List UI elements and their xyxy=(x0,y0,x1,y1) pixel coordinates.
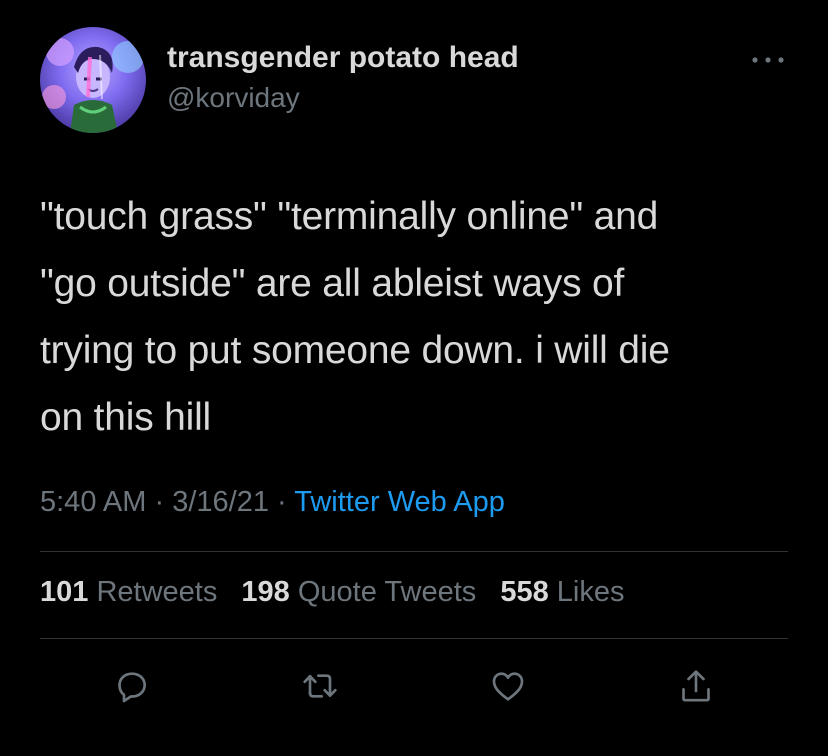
likes-label: Likes xyxy=(556,576,625,608)
display-name[interactable]: transgender potato head xyxy=(167,41,519,75)
avatar[interactable] xyxy=(40,27,146,133)
divider xyxy=(40,638,788,639)
tweet-actions xyxy=(0,664,828,708)
divider xyxy=(40,551,788,552)
avatar-image xyxy=(40,27,146,133)
share-upload-icon xyxy=(682,670,710,702)
like-button[interactable] xyxy=(486,664,530,708)
quote-tweets-stat[interactable]: 198 Quote Tweets xyxy=(241,576,476,608)
retweets-stat[interactable]: 101 Retweets xyxy=(40,576,217,608)
quote-tweets-label: Quote Tweets xyxy=(297,576,477,608)
tweet-source-link[interactable]: Twitter Web App xyxy=(294,486,505,518)
more-options-icon[interactable] xyxy=(745,50,791,70)
reply-button[interactable] xyxy=(110,664,154,708)
meta-separator: · xyxy=(154,486,165,518)
tweet-time[interactable]: 5:40 AM xyxy=(40,486,146,518)
retweets-count: 101 xyxy=(40,576,89,608)
retweet-icon xyxy=(303,674,337,698)
heart-icon xyxy=(492,672,524,701)
user-handle[interactable]: @korviday xyxy=(167,82,300,114)
retweets-label: Retweets xyxy=(96,576,218,608)
meta-separator: · xyxy=(277,486,287,518)
likes-stat[interactable]: 558 Likes xyxy=(500,576,624,608)
tweet-stats: 101 Retweets 198 Quote Tweets 558 Likes xyxy=(40,576,640,609)
tweet-date[interactable]: 3/16/21 xyxy=(172,486,269,518)
reply-bubble-icon xyxy=(118,672,147,703)
tweet-meta: 5:40 AM · 3/16/21 · Twitter Web App xyxy=(40,486,505,519)
likes-count: 558 xyxy=(500,576,549,608)
retweet-button[interactable] xyxy=(298,664,342,708)
tweet-text: "touch grass" "terminally online" and "g… xyxy=(40,195,670,439)
quote-tweets-count: 198 xyxy=(241,576,290,608)
share-button[interactable] xyxy=(674,664,718,708)
